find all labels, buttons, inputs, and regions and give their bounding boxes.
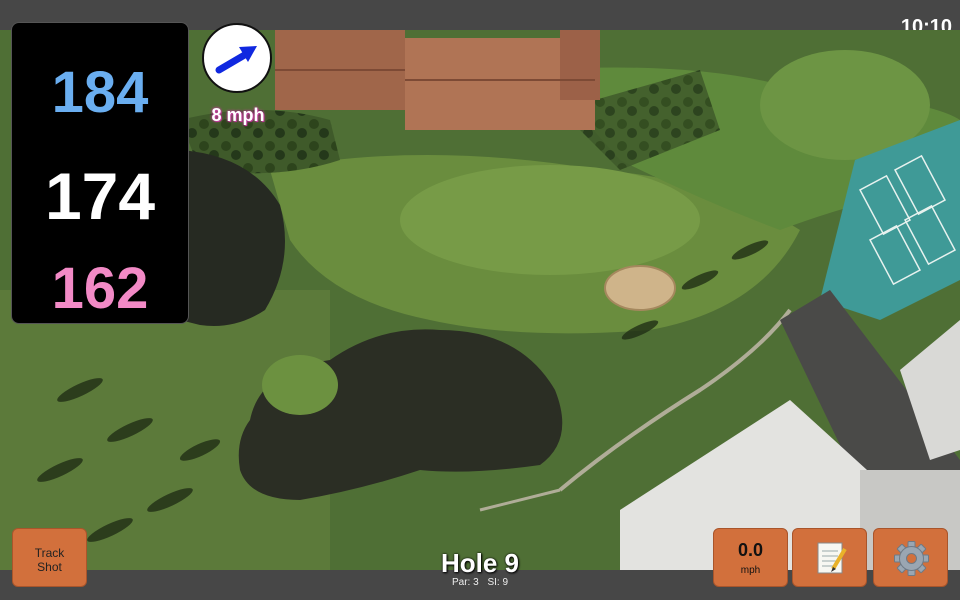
track-shot-label-line1: Track [34, 546, 65, 560]
wind-direction-indicator [202, 23, 272, 93]
track-shot-label-line2: Shot [37, 560, 62, 574]
arrow-icon [215, 46, 257, 74]
track-shot-button[interactable]: Track Shot [12, 528, 87, 587]
hole-title: Hole 9 [440, 548, 520, 578]
wind-speed: 8 mph [211, 105, 265, 125]
hole-par: Par: 3 [451, 577, 479, 588]
notepad-icon [817, 542, 847, 574]
speed-value: 0.0 [737, 540, 764, 560]
settings-button[interactable] [873, 528, 948, 587]
front-distance: 162 [51, 256, 149, 321]
distance-panel: 184 174 162 [11, 22, 189, 324]
hole-stroke-index: SI: 9 [487, 577, 509, 588]
scorecard-button[interactable] [792, 528, 867, 587]
middle-distance: 174 [44, 159, 156, 233]
speed-unit: mph [740, 565, 761, 576]
gear-icon [894, 541, 929, 576]
back-distance: 184 [51, 60, 149, 125]
speed-button[interactable]: 0.0 mph [713, 528, 788, 587]
hole-details: Par: 3 SI: 9 [380, 577, 580, 588]
